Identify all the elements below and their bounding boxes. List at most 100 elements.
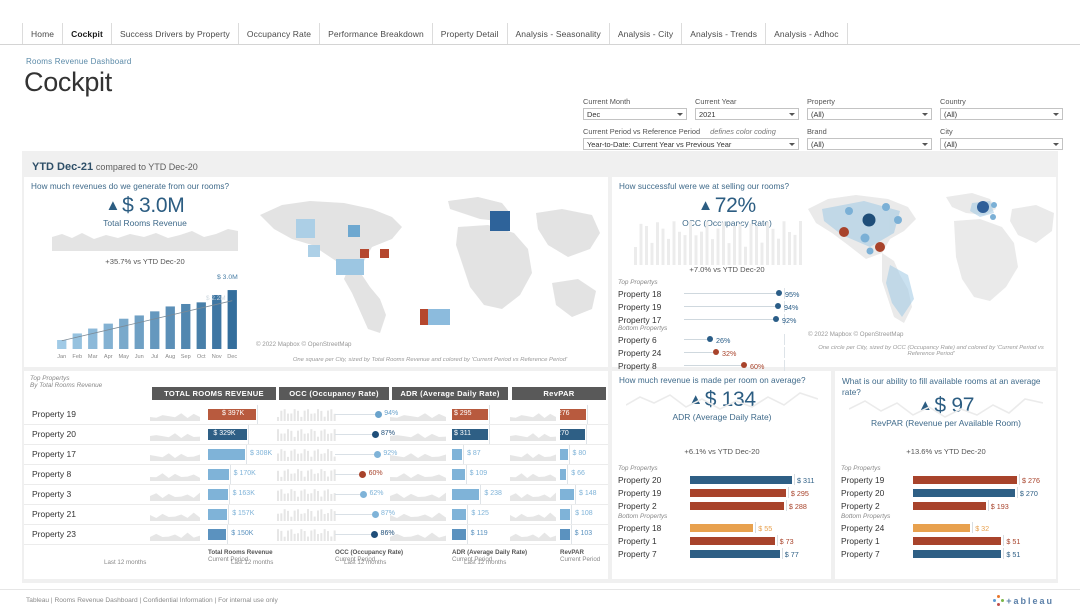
current-month-value: Dec	[587, 110, 600, 119]
tab-analysis-city[interactable]: Analysis - City	[609, 23, 681, 44]
list-item[interactable]: Property 19$ 276	[841, 473, 1053, 486]
property-name: Property 1	[618, 536, 690, 546]
table-row[interactable]: Property 17$ 308K92%$ 87$ 80	[24, 445, 608, 465]
revenue-bar-tick: Jan	[57, 354, 66, 360]
list-item[interactable]: Property 2$ 288	[618, 499, 828, 512]
revpar-bottom-label: Bottom Propertys	[841, 513, 890, 520]
table-cell-dot	[372, 511, 379, 518]
table-column-header[interactable]: ADR (Average Daily Rate)	[392, 387, 508, 400]
tab-property-detail[interactable]: Property Detail	[432, 23, 507, 44]
table-cell-value: $ 125	[471, 510, 489, 517]
table-row[interactable]: Property 19$ 397K94%$ 295$ 276	[24, 405, 608, 425]
table-row-label: Property 17	[32, 449, 76, 459]
revenue-map-attribution: © 2022 Mapbox © OpenStreetMap	[256, 341, 351, 348]
property-table: TOTAL ROOMS REVENUEOCC (Occupancy Rate)A…	[24, 371, 608, 579]
adr-question: How much revenue is made per room on ave…	[612, 371, 831, 385]
list-item[interactable]: Property 1$ 51	[841, 534, 1053, 547]
revenue-bar-tick: Apr	[104, 354, 113, 360]
filter-property: Property (All)	[807, 97, 932, 120]
list-item[interactable]: Property 1994%	[618, 300, 798, 313]
table-row[interactable]: Property 8$ 170K60%$ 109$ 66	[24, 465, 608, 485]
property-name: Property 2	[618, 501, 690, 511]
tab-analysis-seasonality[interactable]: Analysis - Seasonality	[507, 23, 609, 44]
value-bar	[690, 550, 780, 558]
list-item[interactable]: Property 7$ 51	[841, 547, 1053, 560]
list-item[interactable]: Property 18$ 55	[618, 521, 828, 534]
filter-period: Current Period vs Reference Period defin…	[583, 127, 799, 150]
city-select[interactable]: (All)	[940, 138, 1063, 150]
list-item[interactable]: Property 1895%	[618, 287, 798, 300]
list-item[interactable]: Property 24$ 32	[841, 521, 1053, 534]
tab-success-drivers-by-property[interactable]: Success Drivers by Property	[111, 23, 238, 44]
revenue-bar-tick: Jun	[135, 354, 144, 360]
occ-map[interactable]	[804, 187, 1056, 327]
list-item[interactable]: Property 7$ 77	[618, 547, 828, 560]
revenue-bar[interactable]	[119, 319, 128, 349]
chevron-down-icon	[922, 113, 928, 116]
table-sparkline	[510, 488, 556, 501]
list-item[interactable]: Property 2$ 193	[841, 499, 1053, 512]
tab-occupancy-rate[interactable]: Occupancy Rate	[238, 23, 319, 44]
revenue-bar[interactable]	[150, 311, 159, 349]
list-item[interactable]: Property 1$ 73	[618, 534, 828, 547]
property-select[interactable]: (All)	[807, 108, 932, 120]
country-select[interactable]: (All)	[940, 108, 1063, 120]
revenue-map[interactable]	[252, 187, 604, 337]
ytd-compare: compared to YTD Dec-20	[96, 162, 198, 172]
property-value: $ 193	[991, 502, 1009, 511]
list-item[interactable]: Property 20$ 311	[618, 473, 828, 486]
value-bar	[690, 537, 775, 545]
revenue-kpi-value: $ 3.0M	[122, 194, 184, 217]
table-row[interactable]: Property 23$ 150K86%$ 119$ 103	[24, 525, 608, 545]
revenue-bar[interactable]	[104, 324, 113, 349]
table-sparkline	[150, 468, 200, 481]
table-cell-bar	[452, 489, 479, 500]
dot-track: 94%	[684, 301, 798, 312]
tableau-logo-text: +ableau	[1006, 596, 1054, 606]
value-bar	[690, 489, 786, 497]
dashboard-footer: Tableau | Rooms Revenue Dashboard | Conf…	[0, 589, 1080, 607]
table-cell-value: $ 311	[454, 430, 471, 437]
bar-track: $ 51	[913, 535, 1053, 546]
revenue-bar[interactable]	[166, 306, 175, 349]
current-month-select[interactable]: Dec	[583, 108, 687, 120]
table-column-header[interactable]: OCC (Occupancy Rate)	[279, 387, 389, 400]
revenue-bar[interactable]	[212, 295, 221, 349]
list-item[interactable]: Property 20$ 270	[841, 486, 1053, 499]
ytd-current: YTD Dec-21	[32, 161, 93, 173]
table-column-header[interactable]: RevPAR	[512, 387, 606, 400]
table-sparkline	[150, 488, 200, 501]
occ-map-caption: One circle per City, sized by OCC (Occup…	[808, 345, 1054, 357]
list-item[interactable]: Property 19$ 295	[618, 486, 828, 499]
tab-analysis-adhoc[interactable]: Analysis - Adhoc	[765, 23, 847, 44]
table-spark-caption: Last 12 months	[344, 559, 386, 566]
tab-cockpit[interactable]: Cockpit	[62, 23, 111, 44]
tab-performance-breakdown[interactable]: Performance Breakdown	[319, 23, 432, 44]
revenue-bar[interactable]	[73, 333, 82, 349]
property-value: $ 270	[1020, 489, 1038, 498]
revenue-bar[interactable]	[197, 302, 206, 349]
revenue-bar[interactable]	[135, 315, 144, 349]
current-year-select[interactable]: 2021	[695, 108, 799, 120]
table-row[interactable]: Property 3$ 163K62%$ 238$ 148	[24, 485, 608, 505]
table-row[interactable]: Property 21$ 157K87%$ 125$ 108	[24, 505, 608, 525]
page-title: Cockpit	[24, 67, 112, 98]
period-select[interactable]: Year-to-Date: Current Year vs Previous Y…	[583, 138, 799, 150]
list-item[interactable]: Property 626%	[618, 333, 798, 346]
tab-home[interactable]: Home	[22, 23, 62, 44]
property-value: $ 276	[1022, 476, 1040, 485]
revenue-bar[interactable]	[88, 329, 97, 349]
filter-label: City	[940, 127, 1063, 136]
tab-analysis-trends[interactable]: Analysis - Trends	[681, 23, 765, 44]
value-dot	[713, 349, 719, 355]
bar-track: $ 77	[690, 548, 828, 559]
table-column-header[interactable]: TOTAL ROOMS REVENUE	[152, 387, 276, 400]
brand-select[interactable]: (All)	[807, 138, 932, 150]
revenue-map-caption: One square per City, sized by Total Room…	[260, 357, 600, 363]
revenue-bar[interactable]	[57, 340, 66, 349]
list-item[interactable]: Property 2432%	[618, 346, 798, 359]
value-bar	[913, 476, 1017, 484]
table-row[interactable]: Property 20$ 329K87%$ 311$ 270	[24, 425, 608, 445]
revenue-bar[interactable]	[228, 290, 237, 349]
filter-city: City (All)	[940, 127, 1063, 150]
